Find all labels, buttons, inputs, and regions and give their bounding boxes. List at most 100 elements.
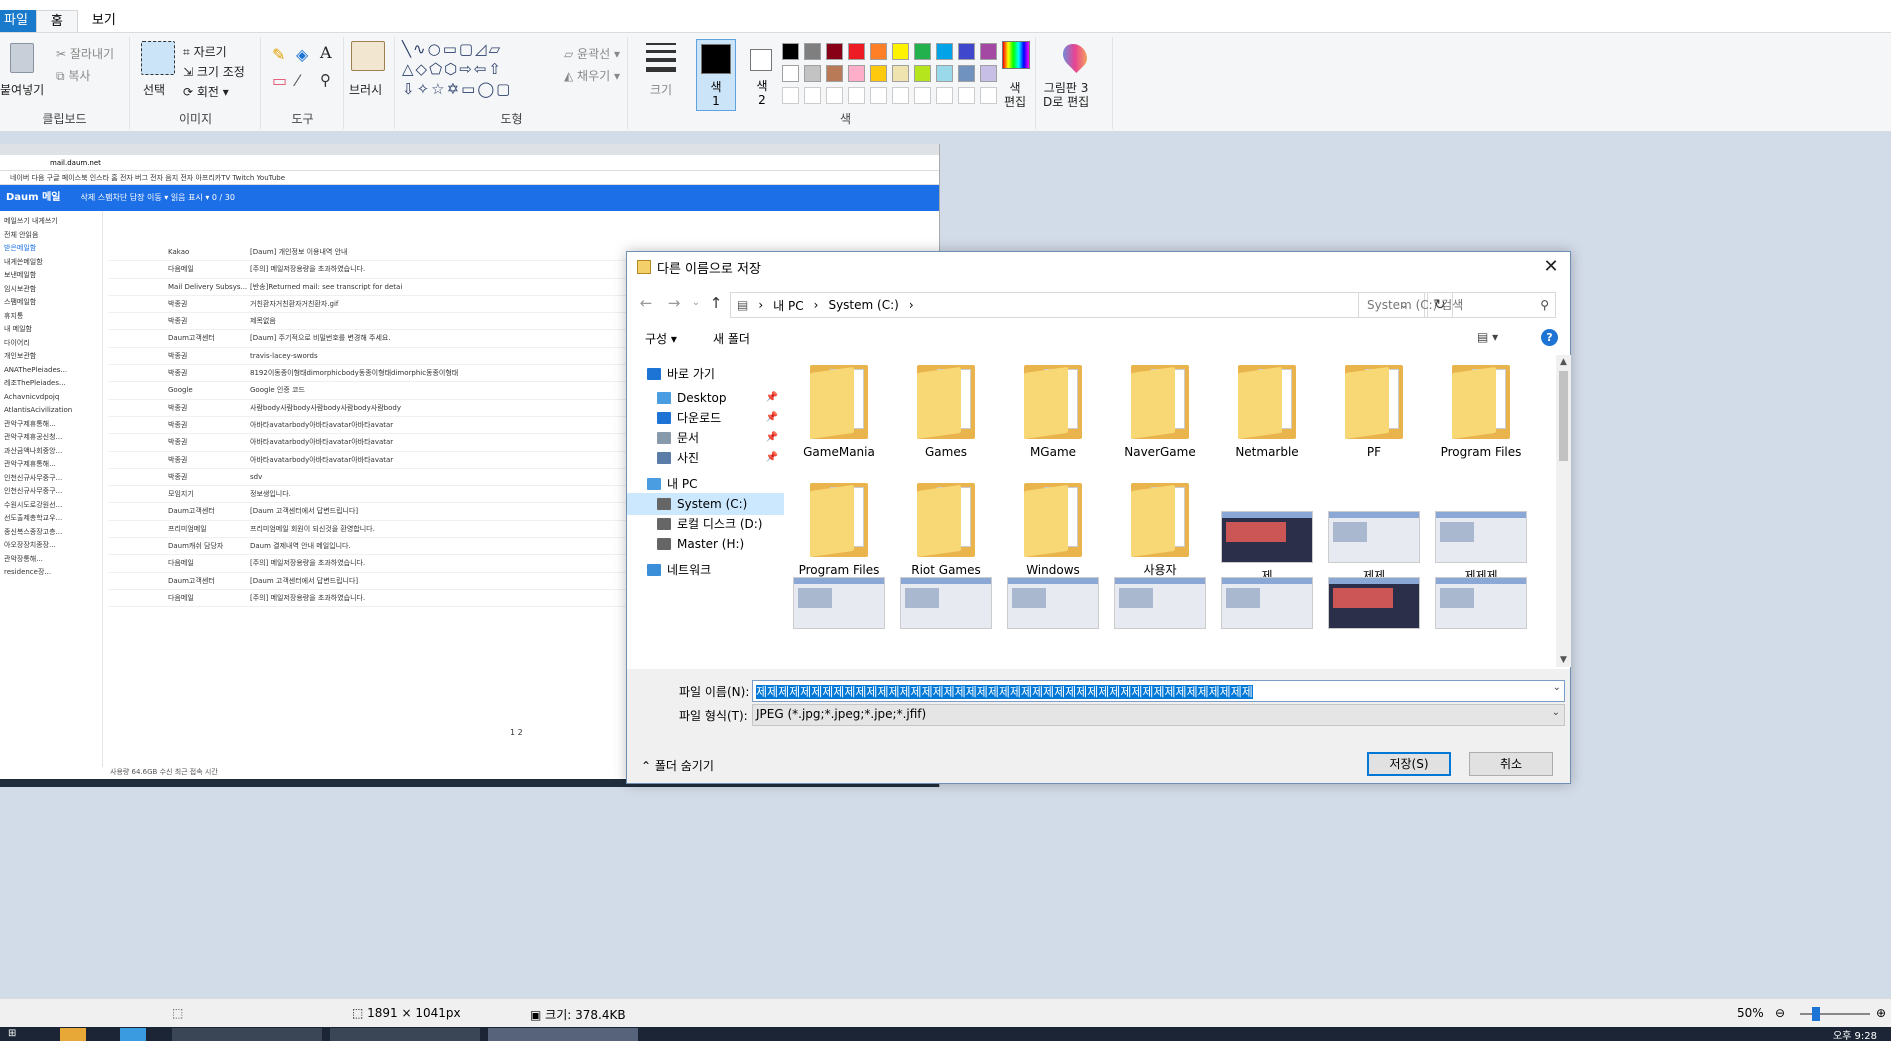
image-file-item[interactable] (1110, 577, 1210, 635)
scroll-up-icon[interactable]: ▲ (1556, 357, 1571, 367)
organize-button[interactable]: 구성 ▾ (645, 330, 677, 347)
palette-swatch[interactable] (914, 65, 931, 82)
image-file-item[interactable] (896, 577, 996, 635)
recent-dropdown-icon[interactable]: ⌄ (685, 292, 707, 314)
filetype-select[interactable]: JPEG (*.jpg;*.jpeg;*.jpe;*.jfif) ⌄ (752, 704, 1565, 726)
eraser-icon[interactable]: ▭ (272, 71, 287, 90)
magnifier-icon[interactable]: ⚲ (320, 71, 331, 89)
copy-button[interactable]: ⧉ 복사 (56, 67, 90, 84)
custom-swatch[interactable] (848, 87, 865, 104)
search-input[interactable]: System (C:) 검색 ⚲ (1358, 292, 1556, 318)
color1-button[interactable]: 색 1 (696, 39, 736, 111)
hide-folders-button[interactable]: ⌃ 폴더 숨기기 (641, 757, 714, 774)
folder-item[interactable]: Windows (1003, 483, 1103, 577)
crop-button[interactable]: ⌗ 자르기 (183, 43, 227, 60)
zoom-in-icon[interactable]: ⊕ (1876, 1006, 1886, 1020)
palette-swatch[interactable] (914, 43, 931, 60)
fill-button[interactable]: ◭ 채우기 ▾ (564, 67, 620, 84)
folder-item[interactable]: NaverGame (1110, 365, 1210, 459)
custom-swatch[interactable] (804, 87, 821, 104)
image-file-item[interactable] (1003, 577, 1103, 635)
file-list-scrollbar[interactable]: ▲ ▼ (1556, 355, 1571, 667)
tab-home[interactable]: 홈 (35, 10, 78, 32)
fill-icon[interactable]: ◈ (296, 45, 308, 64)
folder-item[interactable]: GameMania (789, 365, 889, 459)
palette-swatch[interactable] (848, 65, 865, 82)
nav-item-doc[interactable]: 문서 📌 (627, 427, 784, 449)
zoom-slider[interactable] (1800, 1007, 1870, 1021)
image-file-item[interactable]: 제제 (1324, 483, 1424, 583)
nav-item-drive[interactable]: System (C:) (627, 493, 784, 515)
image-file-item[interactable]: 제 (1217, 483, 1317, 583)
image-file-item[interactable]: 제제제 (1431, 483, 1531, 583)
nav-item-star[interactable]: 바로 가기 (627, 363, 784, 385)
paint3d-button[interactable]: 그림판 3 D로 편집 (1043, 81, 1089, 109)
back-icon[interactable]: ← (635, 292, 657, 314)
custom-swatch[interactable] (782, 87, 799, 104)
nav-item-desktop[interactable]: Desktop 📌 (627, 387, 784, 409)
breadcrumb-drive[interactable]: System (C:) (828, 298, 898, 312)
scrollbar-thumb[interactable] (1559, 371, 1568, 461)
up-icon[interactable]: ↑ (705, 292, 727, 314)
tab-file[interactable]: 파일 (0, 10, 36, 32)
nav-item-drive[interactable]: 로컬 디스크 (D:) (627, 513, 784, 535)
start-icon[interactable]: ⊞ (8, 1028, 28, 1041)
edit-colors-button[interactable]: 색 편집 (1004, 81, 1026, 109)
forward-icon[interactable]: → (663, 292, 685, 314)
palette-swatch[interactable] (892, 65, 909, 82)
nav-item-drive[interactable]: Master (H:) (627, 533, 784, 555)
zoom-out-icon[interactable]: ⊖ (1775, 1006, 1785, 1020)
ie-icon[interactable] (120, 1028, 146, 1041)
brushes-button[interactable]: 브러시 (349, 81, 382, 98)
palette-swatch[interactable] (826, 65, 843, 82)
palette-swatch[interactable] (958, 43, 975, 60)
breadcrumb-pc[interactable]: 내 PC (773, 297, 803, 314)
save-button[interactable]: 저장(S) (1367, 752, 1451, 776)
outline-button[interactable]: ▱ 윤곽선 ▾ (564, 45, 620, 62)
palette-swatch[interactable] (980, 43, 997, 60)
folder-item[interactable]: Games (896, 365, 996, 459)
folder-item[interactable]: Program Files (1431, 365, 1531, 459)
folder-item[interactable]: Riot Games (896, 483, 996, 577)
scroll-down-icon[interactable]: ▼ (1556, 655, 1571, 665)
palette-swatch[interactable] (980, 65, 997, 82)
custom-swatch[interactable] (892, 87, 909, 104)
custom-swatch[interactable] (826, 87, 843, 104)
image-file-item[interactable] (1431, 577, 1531, 635)
resize-button[interactable]: ⇲ 크기 조정 (183, 63, 245, 80)
rotate-button[interactable]: ⟳ 회전 ▾ (183, 83, 229, 100)
taskbar-paint[interactable] (488, 1028, 638, 1041)
tab-view[interactable]: 보기 (78, 10, 130, 32)
palette-swatch[interactable] (782, 43, 799, 60)
pencil-icon[interactable]: ✎ (272, 45, 285, 64)
custom-swatch[interactable] (870, 87, 887, 104)
palette-swatch[interactable] (870, 43, 887, 60)
filename-dropdown-icon[interactable]: ⌄ (1552, 682, 1561, 693)
palette-swatch[interactable] (804, 43, 821, 60)
custom-swatch[interactable] (980, 87, 997, 104)
close-icon[interactable]: ✕ (1538, 254, 1564, 280)
nav-item-download[interactable]: 다운로드 📌 (627, 407, 784, 429)
folder-item[interactable]: Program Files (x86) (789, 483, 889, 591)
color-picker-icon[interactable]: ⁄ (296, 71, 299, 90)
custom-swatch[interactable] (914, 87, 931, 104)
color2-button[interactable]: 색 2 (742, 39, 782, 111)
help-icon[interactable]: ? (1541, 329, 1558, 346)
taskbar-chrome[interactable] (172, 1028, 322, 1041)
cancel-button[interactable]: 취소 (1469, 752, 1553, 776)
filename-input[interactable]: 제제제제제제제제제제제제제제제제제제제제제제제제제제제제제제제제제제제제제제제제… (752, 680, 1565, 702)
custom-swatch[interactable] (958, 87, 975, 104)
paste-button[interactable]: 붙여넣기 (0, 81, 44, 98)
palette-swatch[interactable] (958, 65, 975, 82)
palette-swatch[interactable] (804, 65, 821, 82)
size-button[interactable]: 크기 (650, 81, 672, 98)
shapes-gallery[interactable]: ╲∿○▭▢◿▱ △◇⬠⬡⇨⇦⇧ ⇩✧☆✡▭◯▢ (402, 39, 512, 99)
palette-swatch[interactable] (936, 43, 953, 60)
taskbar-app2[interactable] (330, 1028, 480, 1041)
nav-item-pic[interactable]: 사진 📌 (627, 447, 784, 469)
palette-swatch[interactable] (826, 43, 843, 60)
palette-swatch[interactable] (782, 65, 799, 82)
folder-item[interactable]: MGame (1003, 365, 1103, 459)
folder-item[interactable]: Netmarble (1217, 365, 1317, 459)
palette-swatch[interactable] (892, 43, 909, 60)
